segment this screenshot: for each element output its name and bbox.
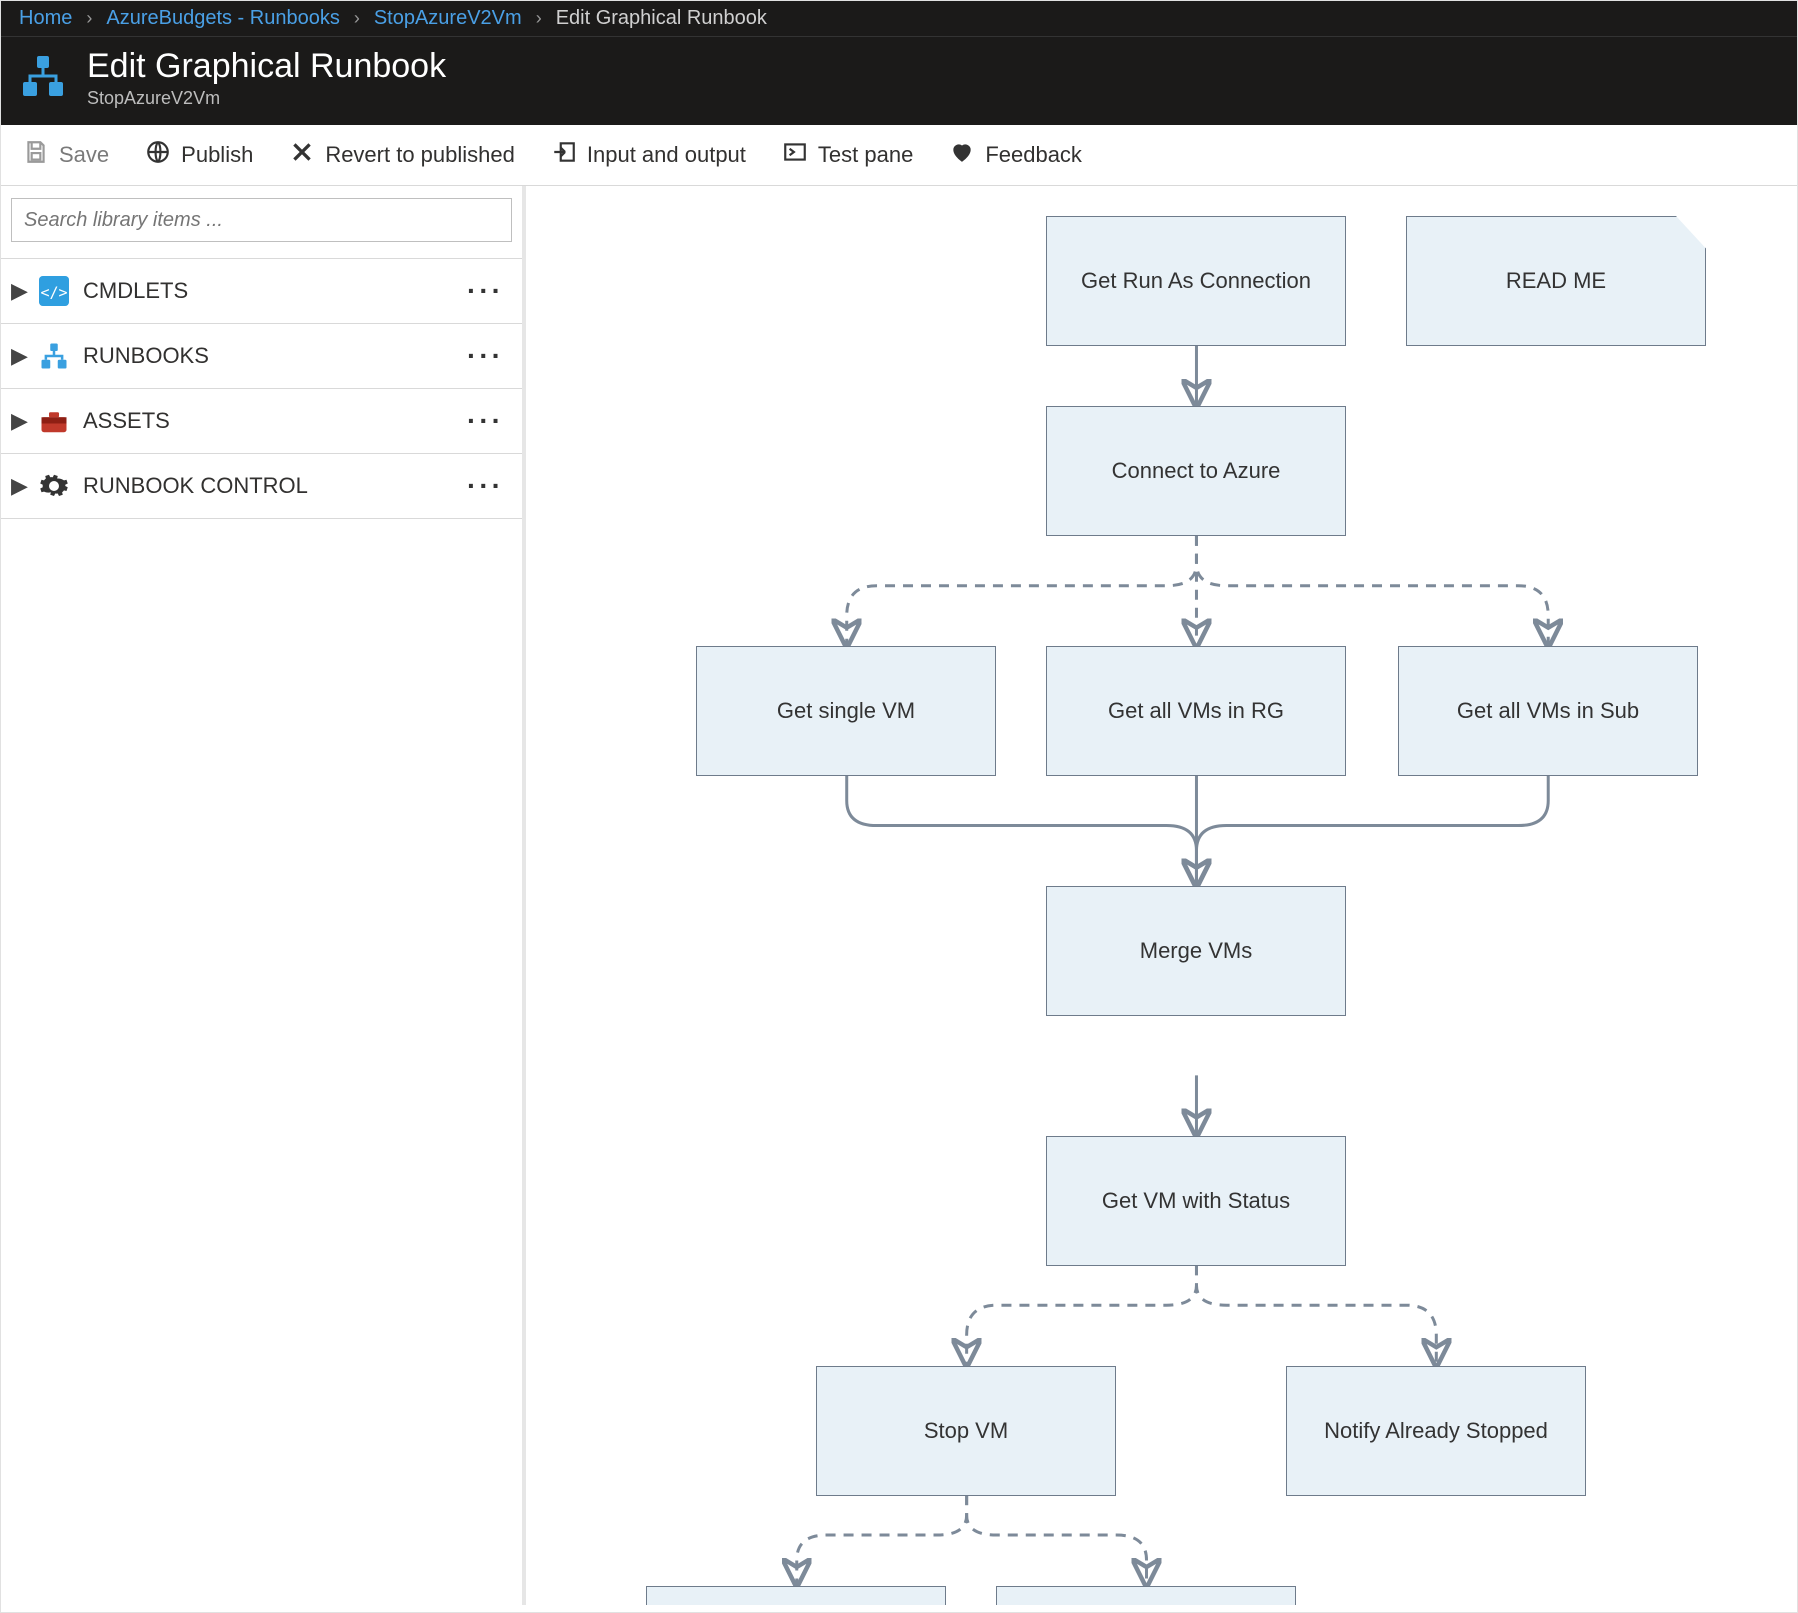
node-get-all-vms-rg[interactable]: Get all VMs in RG <box>1046 646 1346 776</box>
more-icon[interactable]: ··· <box>467 405 504 437</box>
revert-label: Revert to published <box>325 142 515 168</box>
close-icon <box>289 139 315 171</box>
test-label: Test pane <box>818 142 913 168</box>
node-stop-vm[interactable]: Stop VM <box>816 1366 1116 1496</box>
save-icon <box>23 139 49 171</box>
svg-text:</>: </> <box>40 283 67 301</box>
main-split: ▶ </> CMDLETS ··· ▶ RUNBOOKS ··· ▶ ASSET… <box>1 186 1797 1605</box>
io-label: Input and output <box>587 142 746 168</box>
chevron-right-icon: › <box>354 8 360 29</box>
toolbox-icon <box>39 406 69 436</box>
breadcrumb-runbooks[interactable]: AzureBudgets - Runbooks <box>106 7 339 30</box>
node-merge-vms[interactable]: Merge VMs <box>1046 886 1346 1016</box>
sidebar-item-label: CMDLETS <box>83 278 188 304</box>
sidebar-item-runbook-control[interactable]: ▶ RUNBOOK CONTROL ··· <box>1 454 522 519</box>
more-icon[interactable]: ··· <box>467 340 504 372</box>
publish-button[interactable]: Publish <box>145 139 253 171</box>
page-title: Edit Graphical Runbook <box>87 47 446 86</box>
node-notify-vm-stopped[interactable]: Notify VM Stopped <box>646 1586 946 1605</box>
node-connect-azure[interactable]: Connect to Azure <box>1046 406 1346 536</box>
feedback-button[interactable]: Feedback <box>949 139 1082 171</box>
runbook-icon <box>19 52 67 105</box>
sidebar-item-label: RUNBOOKS <box>83 343 209 369</box>
node-get-single-vm[interactable]: Get single VM <box>696 646 996 776</box>
toolbar: Save Publish Revert to published Input a… <box>1 125 1797 186</box>
node-notify-failed-to-stop[interactable]: Notify Failed To Stop <box>996 1586 1296 1605</box>
breadcrumb-current: Edit Graphical Runbook <box>556 7 767 30</box>
code-icon: </> <box>39 276 69 306</box>
save-button[interactable]: Save <box>23 139 109 171</box>
sidebar-item-assets[interactable]: ▶ ASSETS ··· <box>1 389 522 454</box>
chevron-right-icon: ▶ <box>11 408 25 434</box>
globe-icon <box>145 139 171 171</box>
search-input[interactable] <box>11 198 512 242</box>
graph-canvas[interactable]: Get Run As Connection READ ME Connect to… <box>526 186 1797 1605</box>
sidebar-item-label: ASSETS <box>83 408 170 434</box>
revert-button[interactable]: Revert to published <box>289 139 515 171</box>
sidebar: ▶ </> CMDLETS ··· ▶ RUNBOOKS ··· ▶ ASSET… <box>1 186 526 1605</box>
gear-icon <box>39 471 69 501</box>
save-label: Save <box>59 142 109 168</box>
publish-label: Publish <box>181 142 253 168</box>
test-pane-icon <box>782 139 808 171</box>
node-get-vm-status[interactable]: Get VM with Status <box>1046 1136 1346 1266</box>
chevron-right-icon: ▶ <box>11 473 25 499</box>
sidebar-item-runbooks[interactable]: ▶ RUNBOOKS ··· <box>1 324 522 389</box>
heart-icon <box>949 139 975 171</box>
chevron-right-icon: ▶ <box>11 343 25 369</box>
breadcrumb: Home › AzureBudgets - Runbooks › StopAzu… <box>1 1 1797 37</box>
node-readme[interactable]: READ ME <box>1406 216 1706 346</box>
breadcrumb-home[interactable]: Home <box>19 7 72 30</box>
node-notify-already-stopped[interactable]: Notify Already Stopped <box>1286 1366 1586 1496</box>
node-get-all-vms-sub[interactable]: Get all VMs in Sub <box>1398 646 1698 776</box>
chevron-right-icon: › <box>536 8 542 29</box>
breadcrumb-current-runbook[interactable]: StopAzureV2Vm <box>374 7 522 30</box>
chevron-right-icon: › <box>86 8 92 29</box>
io-button[interactable]: Input and output <box>551 139 746 171</box>
page-subtitle: StopAzureV2Vm <box>87 88 446 109</box>
sidebar-item-cmdlets[interactable]: ▶ </> CMDLETS ··· <box>1 259 522 324</box>
node-get-run-as[interactable]: Get Run As Connection <box>1046 216 1346 346</box>
runbook-icon <box>39 341 69 371</box>
test-pane-button[interactable]: Test pane <box>782 139 913 171</box>
input-output-icon <box>551 139 577 171</box>
chevron-right-icon: ▶ <box>11 278 25 304</box>
more-icon[interactable]: ··· <box>467 275 504 307</box>
more-icon[interactable]: ··· <box>467 470 504 502</box>
title-bar: Edit Graphical Runbook StopAzureV2Vm <box>1 37 1797 125</box>
feedback-label: Feedback <box>985 142 1082 168</box>
sidebar-item-label: RUNBOOK CONTROL <box>83 473 308 499</box>
